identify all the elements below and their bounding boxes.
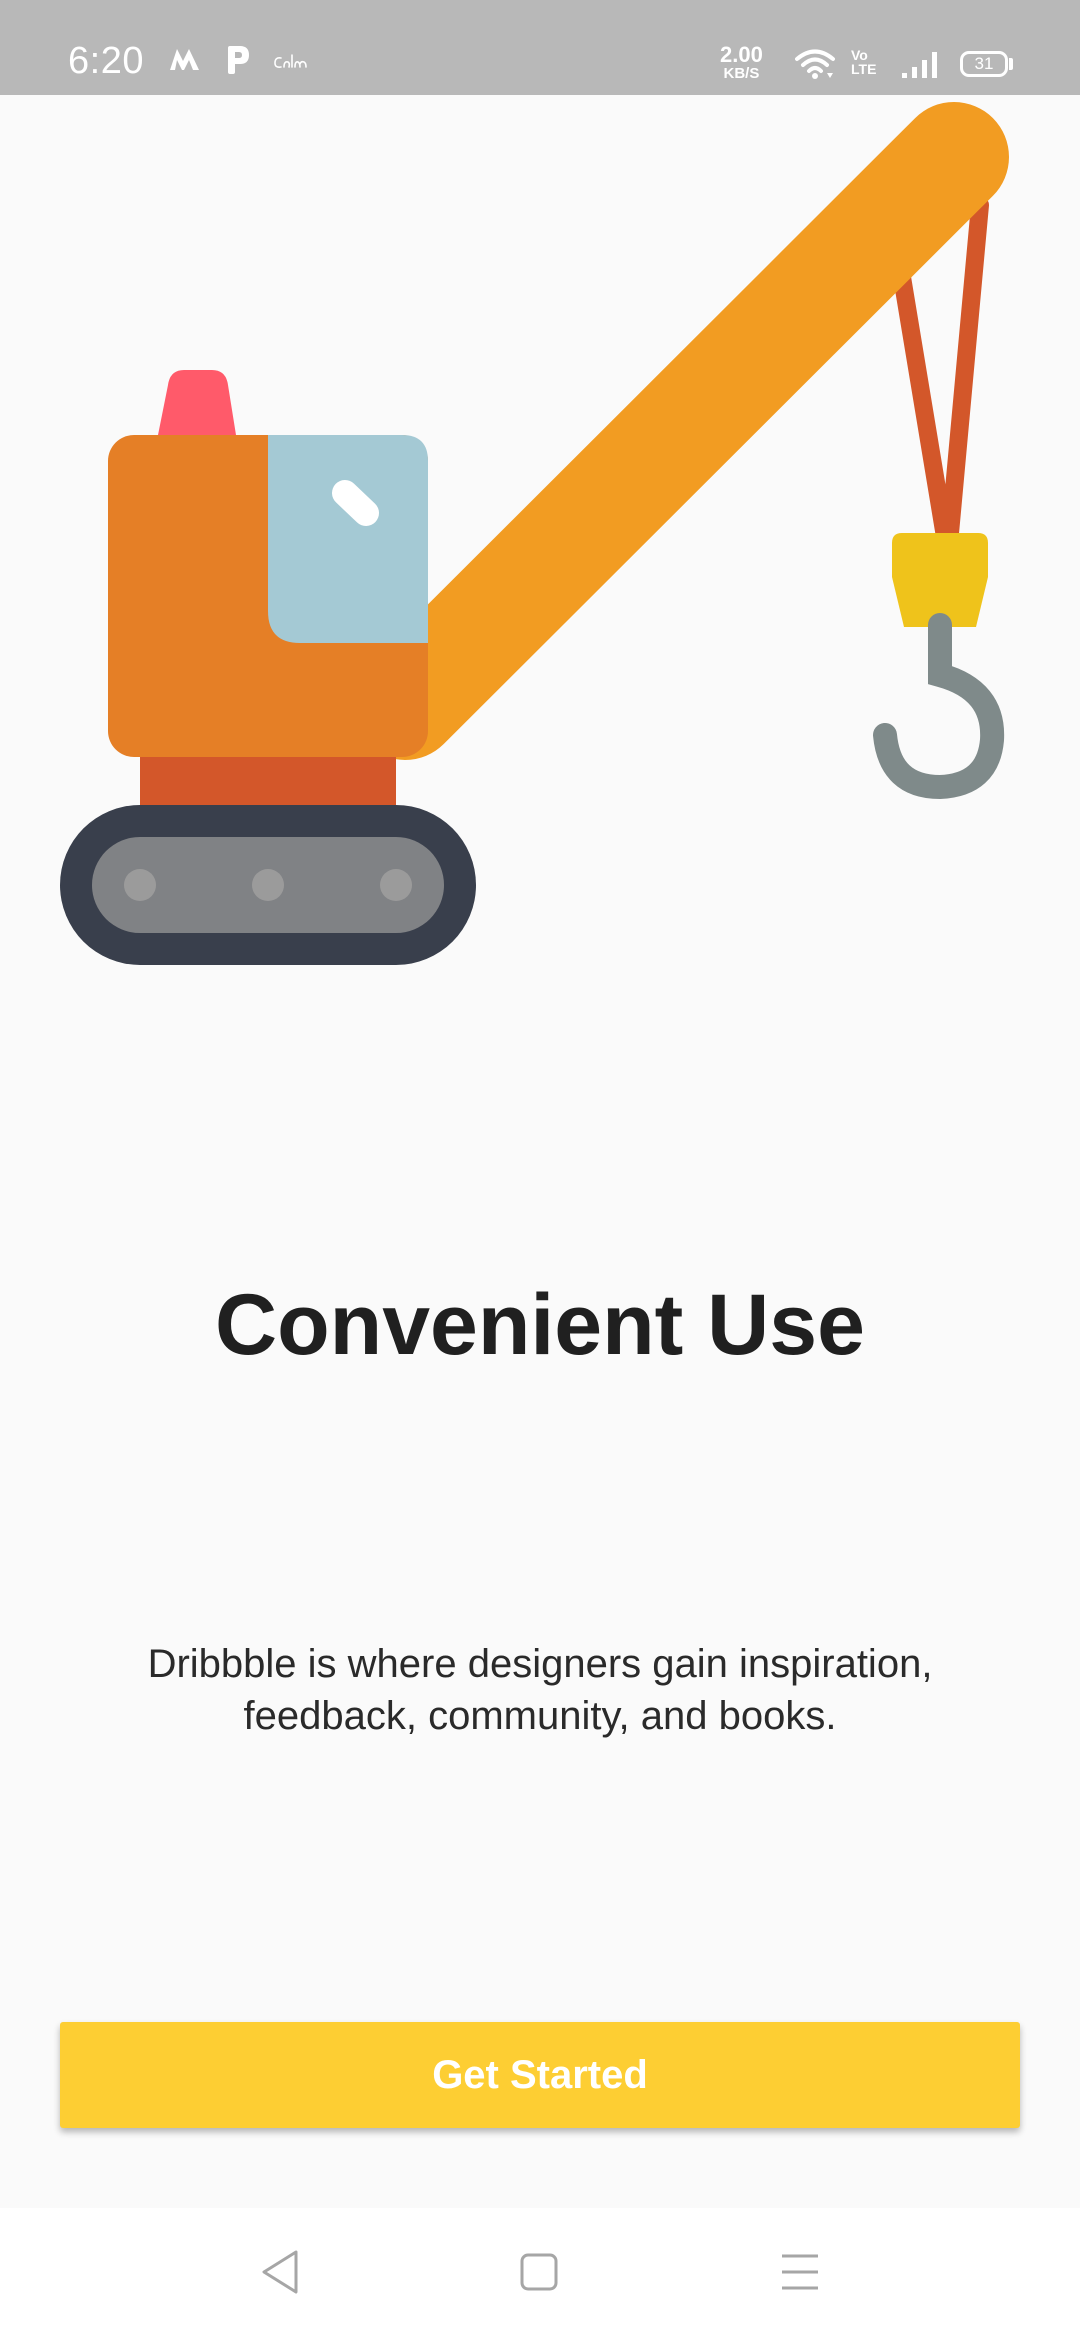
onboarding-title: Convenient Use: [215, 1277, 865, 1373]
crane-boom: [350, 102, 1009, 760]
battery-tip: [1009, 58, 1013, 70]
wifi-icon: [795, 49, 835, 79]
volte-icon: Vo LTE: [851, 48, 876, 76]
beacon-light: [158, 370, 236, 435]
status-bar: 6:20 2.00 KB/S Vo LTE 31: [0, 0, 1080, 95]
get-started-button[interactable]: Get Started: [60, 2022, 1020, 2128]
battery-level: 31: [974, 54, 994, 73]
home-square-icon[interactable]: [516, 2244, 564, 2300]
window-glare: [332, 480, 379, 526]
onboarding-description: Dribbble is where designers gain inspira…: [147, 1642, 933, 1738]
hook-block: [892, 533, 988, 627]
battery-icon: 31: [960, 51, 1008, 77]
volte-line1: Vo: [851, 47, 868, 63]
back-triangle-icon[interactable]: [258, 2244, 302, 2300]
crane-hook: [873, 613, 1005, 800]
signal-icon: [902, 52, 937, 78]
track-wheel: [252, 869, 284, 901]
network-speed-unit: KB/S: [723, 65, 760, 82]
navigation-bar: [0, 2208, 1080, 2340]
track-wheel: [124, 869, 156, 901]
cab-window: [268, 435, 428, 643]
network-speed-value: 2.00: [720, 42, 763, 67]
m-app-icon: [170, 49, 199, 70]
network-speed: 2.00 KB/S: [720, 42, 763, 82]
volte-line2: LTE: [851, 61, 877, 77]
crane-illustration: [60, 102, 1009, 965]
status-time: 6:20: [68, 40, 144, 82]
menu-lines-icon[interactable]: [776, 2244, 824, 2300]
p-app-icon: [228, 46, 249, 74]
calm-app-icon: [274, 54, 307, 68]
track-wheel: [380, 869, 412, 901]
